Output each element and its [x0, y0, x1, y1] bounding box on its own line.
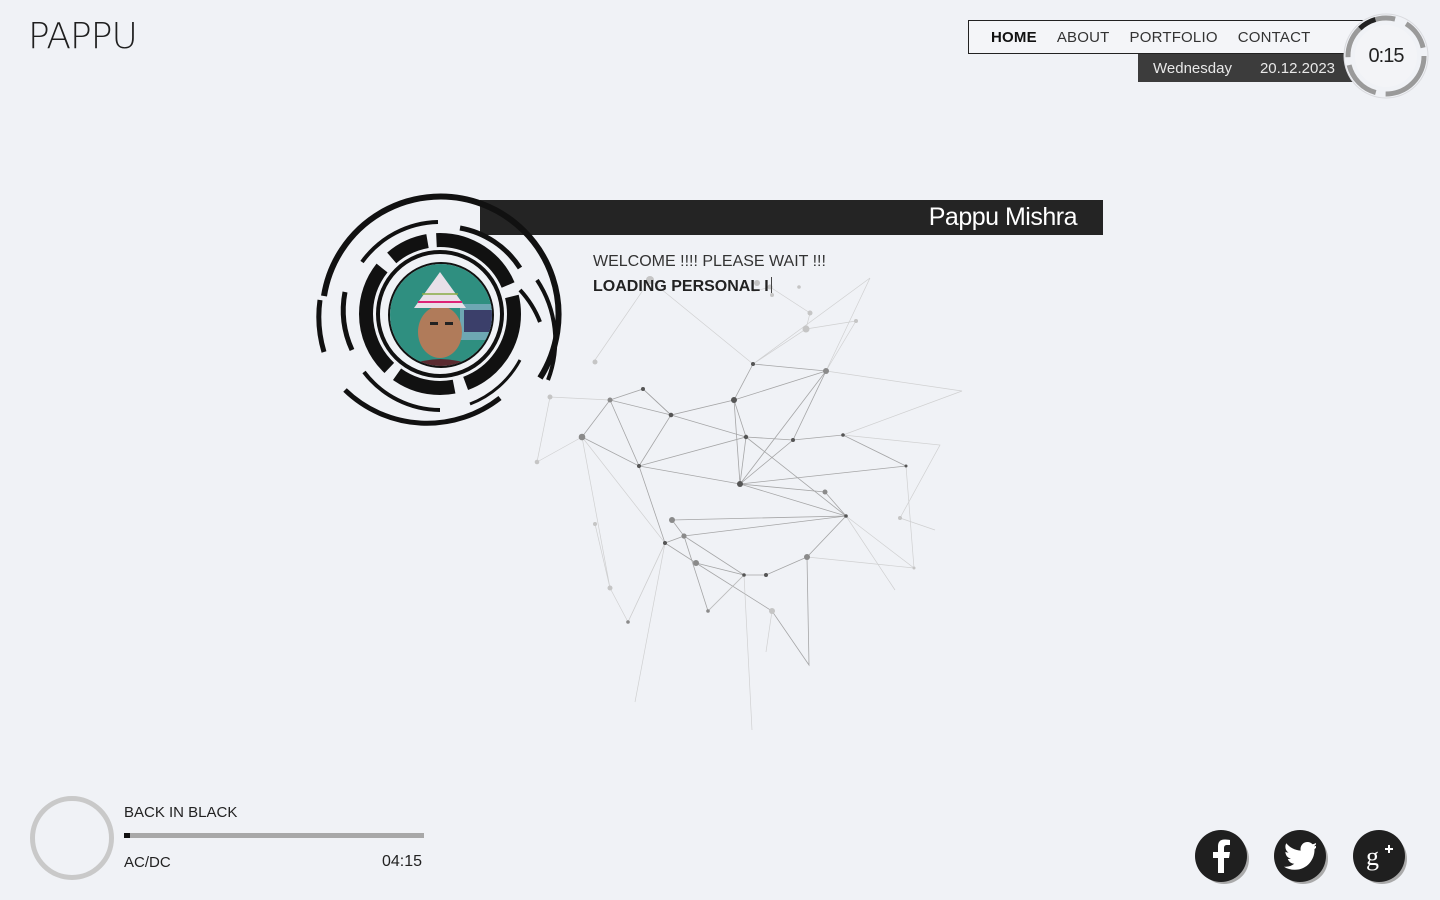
nav-item-about[interactable]: ABOUT: [1057, 29, 1110, 46]
track-title: BACK IN BLACK: [124, 804, 238, 821]
date-label: 20.12.2023: [1259, 59, 1336, 77]
date-bar: Wednesday 20.12.2023: [1138, 54, 1356, 82]
track-duration: 04:15: [381, 853, 422, 870]
facebook-button[interactable]: [1195, 830, 1247, 882]
loading-status: LOADING PERSONAL I: [593, 277, 772, 296]
track-artist: AC/DC: [124, 854, 171, 871]
facebook-icon: [1213, 839, 1230, 873]
nav-item-portfolio[interactable]: PORTFOLIO: [1130, 29, 1218, 46]
welcome-text: WELCOME !!!! PLEASE WAIT !!!: [593, 253, 826, 270]
twitter-icon: [1284, 842, 1316, 870]
google-plus-button[interactable]: g: [1353, 830, 1405, 882]
player-play-button[interactable]: [30, 796, 114, 880]
page: PAPPU HOME ABOUT PORTFOLIO CONTACT Wedne…: [0, 0, 1440, 900]
site-logo[interactable]: PAPPU: [28, 16, 138, 57]
profile-name-bar: Pappu Mishra: [480, 200, 1103, 235]
twitter-button[interactable]: [1274, 830, 1326, 882]
main-nav: HOME ABOUT PORTFOLIO CONTACT: [968, 20, 1378, 54]
typing-cursor: [770, 277, 772, 293]
profile-avatar: [388, 262, 494, 368]
clock-widget: 0:15: [1340, 10, 1432, 102]
clock-time: 0:15: [1368, 44, 1405, 67]
google-plus-icon: g: [1366, 842, 1393, 871]
weekday-label: Wednesday: [1153, 59, 1232, 77]
loading-text: LOADING PERSONAL I: [593, 278, 769, 295]
particle-network: [534, 276, 963, 731]
user-photo-icon: [390, 264, 492, 366]
svg-text:g: g: [1366, 842, 1379, 871]
nav-item-home[interactable]: HOME: [991, 29, 1037, 46]
nav-item-contact[interactable]: CONTACT: [1238, 29, 1311, 46]
track-progress-fill: [124, 833, 130, 838]
track-progress-bar[interactable]: [124, 833, 424, 838]
